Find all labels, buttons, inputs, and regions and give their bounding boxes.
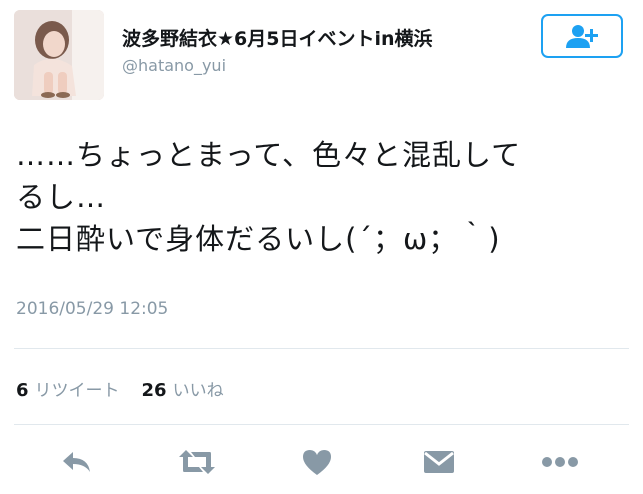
retweet-label[interactable]: リツイート xyxy=(35,376,120,401)
more-icon xyxy=(542,457,578,467)
tweet-line: 二日酔いで身体だるいし(´；ω；｀) xyxy=(16,222,501,256)
reply-icon xyxy=(63,452,90,472)
tweet-line: ……ちょっとまって、色々と混乱して xyxy=(16,138,522,172)
like-count[interactable]: 26 xyxy=(142,380,167,401)
like-button[interactable] xyxy=(295,440,339,484)
direct-message-button[interactable] xyxy=(417,440,461,484)
heart-icon xyxy=(303,450,331,475)
action-bar xyxy=(0,440,643,484)
retweet-icon xyxy=(179,450,215,474)
like-label[interactable]: いいね xyxy=(173,376,224,401)
retweet-count[interactable]: 6 xyxy=(16,380,29,401)
more-button[interactable] xyxy=(538,440,582,484)
add-user-icon xyxy=(566,25,598,48)
retweet-button[interactable] xyxy=(175,440,219,484)
follow-button[interactable] xyxy=(541,14,623,58)
display-name[interactable]: 波多野結衣★6月5日イベントin横浜 xyxy=(122,24,433,51)
timestamp[interactable]: 2016/05/29 12:05 xyxy=(16,299,168,319)
tweet-line: るし… xyxy=(16,180,107,214)
user-handle[interactable]: @hatano_yui xyxy=(122,56,226,75)
divider xyxy=(14,424,629,425)
tweet-text: ……ちょっとまって、色々と混乱して るし… 二日酔いで身体だるいし(´；ω；｀) xyxy=(16,134,626,260)
envelope-icon xyxy=(424,451,454,473)
tweet-stats: 6 リツイート 26 いいね xyxy=(16,376,224,401)
divider xyxy=(14,348,629,349)
avatar[interactable] xyxy=(14,10,104,100)
reply-button[interactable] xyxy=(55,440,99,484)
avatar-photo xyxy=(14,10,104,100)
